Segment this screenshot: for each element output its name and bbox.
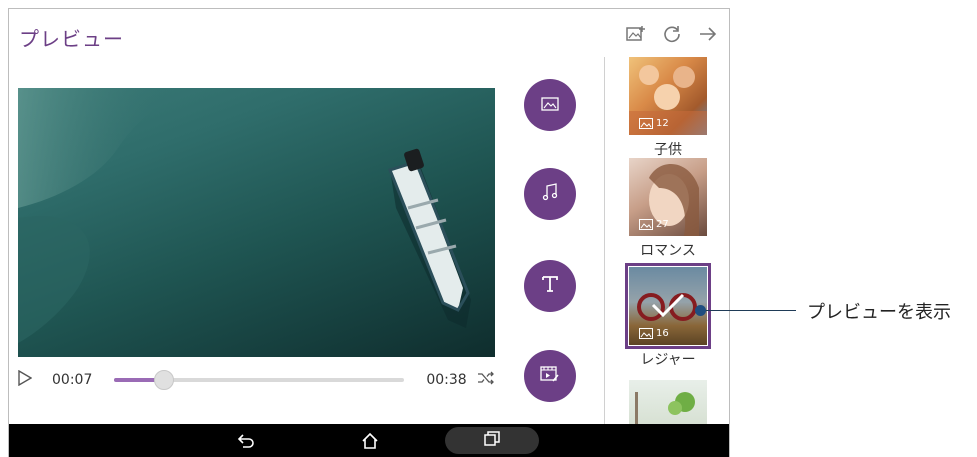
home-icon[interactable] xyxy=(355,427,385,454)
seek-thumb[interactable] xyxy=(153,370,174,390)
theme-item-kids[interactable]: 12 子供 xyxy=(629,57,707,159)
photo-count-badge: 12 xyxy=(639,118,669,129)
recent-apps-button[interactable] xyxy=(445,427,539,454)
callout-line xyxy=(700,310,796,311)
callout-label: プレビューを表示 xyxy=(807,302,951,323)
top-toolbar xyxy=(625,23,719,45)
theme-thumbnail-romance[interactable]: 27 xyxy=(629,158,707,236)
boat xyxy=(388,148,471,328)
theme-label: レジャー xyxy=(640,352,696,368)
arrow-right-icon[interactable] xyxy=(697,23,719,45)
add-image-button[interactable] xyxy=(524,79,576,131)
add-music-button[interactable] xyxy=(524,168,576,220)
shuffle-icon[interactable] xyxy=(477,371,495,389)
callout-dot xyxy=(695,305,706,316)
theme-thumbnail-kids[interactable]: 12 xyxy=(629,57,707,135)
image-icon xyxy=(541,96,559,115)
panel-divider xyxy=(604,57,605,425)
add-photo-icon[interactable] xyxy=(625,23,647,45)
edit-video-button[interactable] xyxy=(524,350,576,402)
recent-apps-icon xyxy=(484,430,500,451)
page-title: プレビュー xyxy=(19,27,124,51)
photo-count-badge: 16 xyxy=(639,328,669,339)
video-preview[interactable] xyxy=(18,88,495,357)
theme-label: 子供 xyxy=(654,142,682,158)
theme-item-romance[interactable]: 27 ロマンス xyxy=(629,158,707,260)
play-icon[interactable] xyxy=(18,369,42,390)
text-icon xyxy=(541,275,559,297)
system-navigation-bar xyxy=(9,424,729,457)
total-time: 00:38 xyxy=(426,372,467,388)
theme-item-leisure[interactable]: 16 レジャー xyxy=(625,263,711,369)
photo-count-badge: 27 xyxy=(639,219,669,230)
seek-slider[interactable] xyxy=(114,370,405,390)
theme-label: ロマンス xyxy=(640,243,696,259)
back-icon[interactable] xyxy=(231,427,261,454)
music-icon xyxy=(542,183,558,205)
playback-controls: 00:07 00:38 xyxy=(18,365,495,395)
refresh-icon[interactable] xyxy=(661,23,683,45)
add-text-button[interactable] xyxy=(524,260,576,312)
device-screen: プレビュー 00:07 00:38 12 子供 27 ロマンス 16 レジャー xyxy=(8,8,730,457)
current-time: 00:07 xyxy=(52,372,93,388)
video-edit-icon xyxy=(540,365,560,387)
